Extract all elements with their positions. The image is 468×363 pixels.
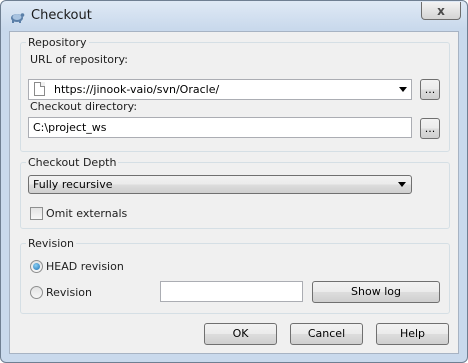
ok-label: OK bbox=[232, 327, 249, 340]
revision-input[interactable] bbox=[160, 281, 303, 302]
head-revision-radio[interactable] bbox=[30, 260, 43, 273]
url-browse-label: ... bbox=[424, 83, 436, 96]
url-document-icon bbox=[34, 82, 45, 96]
revision-group-label: Revision bbox=[26, 237, 76, 250]
help-button[interactable]: Help bbox=[376, 323, 449, 345]
checkout-dialog: Checkout x Repository URL of repository:… bbox=[0, 0, 468, 363]
cancel-label: Cancel bbox=[307, 327, 346, 340]
url-dropdown-arrow-icon[interactable] bbox=[399, 87, 407, 92]
omit-externals-label[interactable]: Omit externals bbox=[46, 207, 127, 220]
revision-radio[interactable] bbox=[30, 286, 43, 299]
window-title: Checkout bbox=[31, 8, 92, 23]
checkout-directory-value: C:\project_ws bbox=[33, 121, 107, 134]
show-log-button[interactable]: Show log bbox=[312, 281, 440, 303]
close-icon: x bbox=[437, 3, 445, 18]
url-label: URL of repository: bbox=[30, 53, 128, 66]
close-button[interactable]: x bbox=[421, 2, 461, 20]
revision-group bbox=[20, 243, 450, 314]
cancel-button[interactable]: Cancel bbox=[290, 323, 363, 345]
checkout-directory-label: Checkout directory: bbox=[30, 100, 138, 113]
url-browse-button[interactable]: ... bbox=[420, 79, 440, 100]
checkout-directory-input[interactable]: C:\project_ws bbox=[28, 117, 412, 138]
url-combobox[interactable]: https://jinook-vaio/svn/Oracle/ bbox=[28, 79, 412, 100]
show-log-label: Show log bbox=[351, 285, 401, 298]
chevron-down-icon bbox=[398, 182, 406, 187]
ok-button[interactable]: OK bbox=[204, 323, 277, 345]
head-revision-label[interactable]: HEAD revision bbox=[46, 260, 124, 273]
dialog-body: Repository URL of repository: https://ji… bbox=[9, 31, 459, 354]
checkout-depth-group-label: Checkout Depth bbox=[26, 156, 119, 169]
omit-externals-checkbox[interactable] bbox=[30, 207, 43, 220]
directory-browse-button[interactable]: ... bbox=[420, 118, 440, 139]
repository-group-label: Repository bbox=[26, 36, 89, 49]
url-value: https://jinook-vaio/svn/Oracle/ bbox=[54, 83, 220, 96]
checkout-depth-dropdown[interactable]: Fully recursive bbox=[28, 175, 412, 194]
help-label: Help bbox=[399, 327, 426, 340]
tortoise-app-icon bbox=[11, 13, 25, 23]
checkout-depth-value: Fully recursive bbox=[33, 178, 113, 191]
revision-label[interactable]: Revision bbox=[46, 286, 92, 299]
directory-browse-label: ... bbox=[424, 122, 436, 135]
title-bar[interactable]: Checkout x bbox=[1, 1, 467, 31]
